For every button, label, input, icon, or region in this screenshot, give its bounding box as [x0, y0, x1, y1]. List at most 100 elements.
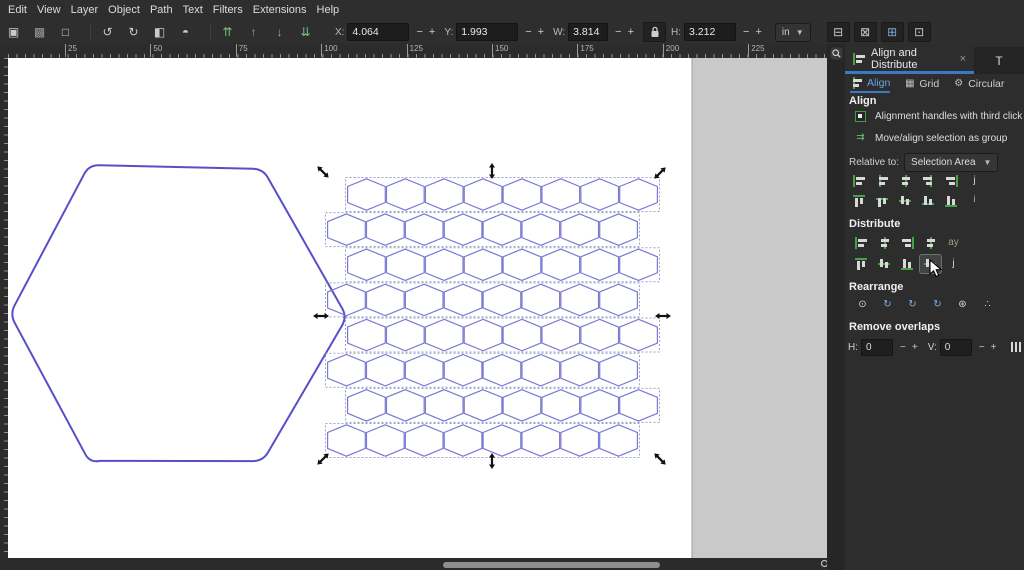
small-hexagon[interactable]: [385, 178, 425, 211]
scale-corners-toggle-button[interactable]: ⊠: [853, 22, 877, 42]
small-hexagon[interactable]: [482, 283, 522, 317]
small-hexagon[interactable]: [619, 318, 659, 352]
small-hexagon[interactable]: [482, 353, 522, 387]
small-hexagon[interactable]: [424, 178, 464, 211]
small-hexagon[interactable]: [404, 213, 444, 246]
center-on-horizontal-axis-button[interactable]: [895, 192, 916, 210]
small-hexagon[interactable]: [580, 248, 620, 282]
tab-text-and-font[interactable]: T: [974, 47, 1024, 74]
small-hexagon[interactable]: [424, 248, 464, 282]
small-hexagon[interactable]: [580, 388, 620, 422]
move-as-group-toggle[interactable]: ⇉ Move/align selection as group: [855, 132, 1007, 144]
v-gap-field[interactable]: 0 − +: [939, 338, 1000, 356]
small-hexagon[interactable]: [482, 213, 522, 246]
center-on-vertical-axis-button[interactable]: [895, 172, 916, 190]
small-hexagon[interactable]: [365, 213, 405, 246]
distribute-text-anchors-horizontal-button[interactable]: ay: [943, 234, 964, 252]
tab-align-and-distribute[interactable]: Align and Distribute ×: [845, 47, 975, 74]
small-hexagon[interactable]: [541, 178, 581, 211]
x-input[interactable]: 4.064: [347, 23, 410, 41]
small-hexagon[interactable]: [347, 388, 386, 422]
hexagon-row[interactable]: [345, 317, 660, 353]
big-hexagon[interactable]: [11, 164, 346, 463]
small-hexagon[interactable]: [502, 318, 542, 352]
w-spinner[interactable]: − +: [612, 26, 637, 38]
subtab-grid[interactable]: ▦ Grid: [904, 74, 939, 93]
move-gradients-toggle-button[interactable]: ⊞: [880, 22, 904, 42]
small-hexagon[interactable]: [521, 283, 561, 317]
move-patterns-toggle-button[interactable]: ⊡: [907, 22, 931, 42]
small-hexagon[interactable]: [327, 283, 366, 317]
small-hexagon[interactable]: [327, 424, 366, 457]
distribute-horizontal-gaps-button[interactable]: [920, 234, 941, 252]
small-hexagon[interactable]: [463, 388, 503, 422]
relative-to-dropdown[interactable]: Selection Area ▼: [904, 153, 999, 172]
scale-stroke-toggle-button[interactable]: ⊟: [826, 22, 850, 42]
flip-horizontal-button[interactable]: ◧: [148, 22, 171, 42]
handle-top-center[interactable]: [489, 163, 495, 179]
handle-bottom-left[interactable]: [315, 451, 331, 467]
hexagon-row[interactable]: [345, 247, 660, 283]
small-hexagon[interactable]: [347, 248, 386, 282]
canvas[interactable]: [8, 58, 827, 558]
hexagon-row[interactable]: [325, 352, 640, 388]
y-spinner[interactable]: − +: [522, 26, 547, 38]
remove-overlaps-apply-button[interactable]: [1005, 338, 1024, 356]
randomize-centers-button[interactable]: ⊛: [952, 296, 973, 314]
x-spinner[interactable]: − +: [413, 26, 438, 38]
exchange-clockwise-button[interactable]: ↻: [927, 296, 948, 314]
small-hexagon[interactable]: [463, 318, 503, 352]
small-hexagon[interactable]: [463, 248, 503, 282]
hexagon-row[interactable]: [345, 177, 660, 212]
small-hexagon[interactable]: [560, 424, 600, 457]
y-input[interactable]: 1.993: [456, 23, 519, 41]
handle-middle-left[interactable]: [313, 313, 329, 319]
menu-item-path[interactable]: Path: [150, 4, 173, 16]
small-hexagon[interactable]: [327, 353, 366, 387]
exchange-selection-order-button[interactable]: ↻: [877, 296, 898, 314]
menu-item-text[interactable]: Text: [183, 4, 203, 16]
small-hexagon[interactable]: [521, 213, 561, 246]
deselect-button[interactable]: □: [54, 22, 77, 42]
small-hexagon[interactable]: [443, 353, 483, 387]
small-hexagon[interactable]: [347, 178, 386, 211]
vertical-scrollbar-track[interactable]: [827, 44, 845, 570]
menu-item-layer[interactable]: Layer: [71, 4, 99, 16]
small-hexagon[interactable]: [365, 424, 405, 457]
subtab-circular[interactable]: ⚙ Circular: [953, 74, 1004, 93]
distribute-centers-horizontally-button[interactable]: [874, 234, 895, 252]
select-all-layers-button[interactable]: ▩: [28, 22, 51, 42]
small-hexagon[interactable]: [385, 318, 425, 352]
unit-dropdown[interactable]: in ▼: [774, 22, 811, 42]
hexagon-row[interactable]: [325, 422, 640, 458]
menu-item-extensions[interactable]: Extensions: [253, 4, 307, 16]
flip-vertical-button[interactable]: ◓: [174, 22, 197, 42]
h-gap-field[interactable]: 0 − +: [861, 338, 921, 356]
align-top-edges-to-bottom-anchor-button[interactable]: [849, 192, 870, 210]
small-hexagon[interactable]: [443, 213, 483, 246]
h-spinner[interactable]: − +: [740, 26, 765, 38]
small-hexagon[interactable]: [541, 248, 581, 282]
small-hexagon[interactable]: [502, 248, 542, 282]
small-hexagon[interactable]: [424, 318, 464, 352]
small-hexagon[interactable]: [619, 248, 659, 282]
bottom-scrollbar-track[interactable]: [0, 558, 845, 570]
h-input[interactable]: 3.212: [684, 23, 737, 41]
handle-bottom-right[interactable]: [652, 451, 668, 467]
small-hexagon[interactable]: [385, 248, 425, 282]
vertical-ruler[interactable]: [0, 58, 8, 558]
align-left-edges-button[interactable]: [872, 172, 893, 190]
lower-to-bottom-button[interactable]: ⇊: [294, 22, 317, 42]
distribute-bottom-edges-button[interactable]: [897, 255, 918, 273]
horizontal-ruler[interactable]: 25 50 75 100 125 150 175 200 225: [8, 44, 828, 58]
subtab-align[interactable]: Align: [850, 74, 891, 93]
distribute-top-edges-button[interactable]: [851, 255, 872, 273]
distribute-right-edges-button[interactable]: [897, 234, 918, 252]
small-hexagon[interactable]: [463, 178, 503, 211]
small-hexagon[interactable]: [580, 178, 620, 211]
graph-layout-button[interactable]: ⊙: [852, 296, 873, 314]
raise-to-top-button[interactable]: ⇈: [216, 22, 239, 42]
rotate-cw-button[interactable]: ↻: [122, 22, 145, 42]
distribute-left-edges-button[interactable]: [851, 234, 872, 252]
small-hexagon[interactable]: [482, 424, 522, 457]
